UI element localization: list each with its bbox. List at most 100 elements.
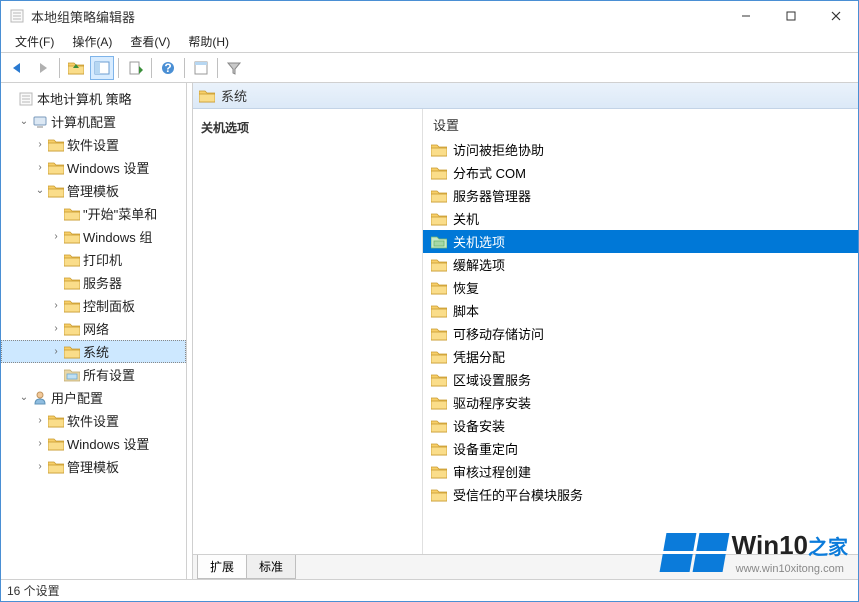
tab-standard[interactable]: 标准 xyxy=(246,555,296,579)
list-item[interactable]: 服务器管理器 xyxy=(423,184,858,207)
list-item-label: 缓解选项 xyxy=(453,255,505,274)
content-body: 关机选项 设置 访问被拒绝协助分布式 COM服务器管理器关机关机选项缓解选项恢复… xyxy=(193,109,858,555)
list-item[interactable]: 设备安装 xyxy=(423,414,858,437)
folder-icon xyxy=(199,89,215,103)
expander-icon[interactable]: › xyxy=(33,162,47,173)
content-title: 系统 xyxy=(221,86,247,105)
tree-software-settings[interactable]: › 软件设置 xyxy=(1,133,186,156)
expander-icon[interactable]: › xyxy=(49,300,63,311)
tree-root[interactable]: 本地计算机 策略 xyxy=(1,87,186,110)
settings-list[interactable]: 访问被拒绝协助分布式 COM 服务器管理器关机关机选项缓解选项恢复脚本可移动存储访… xyxy=(423,138,858,555)
maximize-button[interactable] xyxy=(768,1,813,31)
menu-action[interactable]: 操作(A) xyxy=(64,31,120,52)
help-icon: ? xyxy=(160,60,176,76)
computer-icon xyxy=(32,114,48,130)
list-item-label: 分布式 COM xyxy=(453,163,526,182)
tree-printers[interactable]: 打印机 xyxy=(1,248,186,271)
tree-pane[interactable]: 本地计算机 策略 ⌄ 计算机配置 › 软件设置 › Windows 设置 xyxy=(1,83,187,579)
menu-file[interactable]: 文件(F) xyxy=(7,31,62,52)
tree-user-config[interactable]: ⌄ 用户配置 xyxy=(1,386,186,409)
main-window: 本地组策略编辑器 文件(F) 操作(A) 查看(V) 帮助(H) ? xyxy=(0,0,859,602)
list-item[interactable]: 可移动存储访问 xyxy=(423,322,858,345)
list-item[interactable]: 脚本 xyxy=(423,299,858,322)
list-item-label: 关机选项 xyxy=(453,232,505,251)
tab-bar: 扩展 标准 xyxy=(193,554,858,579)
list-item[interactable]: 受信任的平台模块服务 xyxy=(423,483,858,506)
list-item-label: 凭据分配 xyxy=(453,347,505,366)
export-icon xyxy=(127,60,143,76)
tree-label: 管理模板 xyxy=(67,181,119,200)
tree-control-panel[interactable]: › 控制面板 xyxy=(1,294,186,317)
expander-icon[interactable]: › xyxy=(49,323,63,334)
svg-text:?: ? xyxy=(164,61,171,75)
tree-uc-windows[interactable]: › Windows 设置 xyxy=(1,432,186,455)
expander-icon[interactable]: ⌄ xyxy=(17,392,31,403)
tree-uc-software[interactable]: › 软件设置 xyxy=(1,409,186,432)
tree-all-settings[interactable]: 所有设置 xyxy=(1,363,186,386)
list-item-label: 审核过程创建 xyxy=(453,462,531,481)
list-item[interactable]: 关机选项 xyxy=(423,230,858,253)
tree-admin-templates[interactable]: ⌄ 管理模板 xyxy=(1,179,186,202)
content-pane: 系统 关机选项 设置 访问被拒绝协助分布式 COM服务器管理器关机关机选项缓解选… xyxy=(192,83,858,579)
list-item-label: 访问被拒绝协助 xyxy=(453,140,544,159)
folder-icon xyxy=(431,143,447,157)
minimize-button[interactable] xyxy=(723,1,768,31)
tree-server[interactable]: 服务器 xyxy=(1,271,186,294)
menu-help[interactable]: 帮助(H) xyxy=(180,31,237,52)
folder-icon xyxy=(48,137,64,153)
folder-icon xyxy=(431,304,447,318)
list-item[interactable]: 访问被拒绝协助 xyxy=(423,138,858,161)
folder-icon xyxy=(431,327,447,341)
folder-icon xyxy=(431,419,447,433)
list-item[interactable]: 关机 xyxy=(423,207,858,230)
tree-computer-config[interactable]: ⌄ 计算机配置 xyxy=(1,110,186,133)
tree-label: 控制面板 xyxy=(83,296,135,315)
menu-view[interactable]: 查看(V) xyxy=(122,31,178,52)
tree-windows-settings[interactable]: › Windows 设置 xyxy=(1,156,186,179)
user-icon xyxy=(32,390,48,406)
forward-button[interactable] xyxy=(31,56,55,80)
tree-label: 服务器 xyxy=(83,273,122,292)
list-item[interactable]: 恢复 xyxy=(423,276,858,299)
tab-extended[interactable]: 扩展 xyxy=(197,555,247,579)
list-item[interactable]: 驱动程序安装 xyxy=(423,391,858,414)
list-item[interactable]: 分布式 COM xyxy=(423,161,858,184)
tree-network[interactable]: › 网络 xyxy=(1,317,186,340)
show-hide-tree-button[interactable] xyxy=(90,56,114,80)
filter-button[interactable] xyxy=(222,56,246,80)
tree-label: 软件设置 xyxy=(67,411,119,430)
expander-icon[interactable]: ⌄ xyxy=(33,185,47,196)
expander-icon[interactable]: › xyxy=(33,438,47,449)
expander-icon[interactable]: › xyxy=(33,461,47,472)
tree-uc-admin[interactable]: › 管理模板 xyxy=(1,455,186,478)
list-item[interactable]: 缓解选项 xyxy=(423,253,858,276)
expander-icon[interactable]: › xyxy=(49,231,63,242)
tree-start-menu[interactable]: "开始"菜单和 xyxy=(1,202,186,225)
list-item-label: 脚本 xyxy=(453,301,479,320)
maximize-icon xyxy=(786,11,796,21)
export-button[interactable] xyxy=(123,56,147,80)
expander-icon[interactable]: › xyxy=(49,346,63,357)
list-item[interactable]: 凭据分配 xyxy=(423,345,858,368)
properties-button[interactable] xyxy=(189,56,213,80)
help-button[interactable]: ? xyxy=(156,56,180,80)
tree-windows-components[interactable]: › Windows 组 xyxy=(1,225,186,248)
up-button[interactable] xyxy=(64,56,88,80)
list-item[interactable]: 区域设置服务 xyxy=(423,368,858,391)
column-header[interactable]: 设置 xyxy=(423,109,858,138)
toolbar-separator xyxy=(217,58,218,78)
expander-icon[interactable]: ⌄ xyxy=(17,116,31,127)
tree-system[interactable]: › 系统 xyxy=(1,340,186,363)
folder-icon xyxy=(64,229,80,245)
folder-icon xyxy=(431,442,447,456)
selected-item-description: 关机选项 xyxy=(201,121,249,135)
list-item-label: 恢复 xyxy=(453,278,479,297)
expander-icon[interactable]: › xyxy=(33,139,47,150)
folder-icon xyxy=(431,350,447,364)
close-button[interactable] xyxy=(813,1,858,31)
list-item[interactable]: 审核过程创建 xyxy=(423,460,858,483)
list-item-label: 设备重定向 xyxy=(453,439,518,458)
back-button[interactable] xyxy=(5,56,29,80)
expander-icon[interactable]: › xyxy=(33,415,47,426)
list-item[interactable]: 设备重定向 xyxy=(423,437,858,460)
